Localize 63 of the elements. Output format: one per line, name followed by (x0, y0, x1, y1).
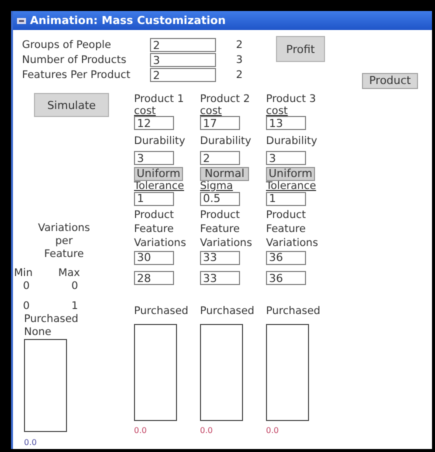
purchased-value: 0.0 (200, 424, 214, 436)
input-field[interactable]: 1 (266, 192, 306, 206)
purchased-value: 0.0 (266, 424, 280, 436)
input-field[interactable]: 3 (150, 53, 216, 67)
cost-label: cost (134, 106, 157, 116)
variations-title: Variations per Feature (36, 222, 92, 261)
input-field[interactable]: 2 (150, 38, 216, 52)
parameter-label: Sigma (200, 180, 234, 192)
purchased-label: Purchased (24, 313, 80, 326)
min-value: 0 (23, 280, 30, 293)
input-field[interactable]: 2 (150, 68, 216, 82)
input-field[interactable]: 13 (266, 116, 306, 130)
purchased-label: Purchased (134, 304, 190, 318)
setting-label: Number of Products (22, 54, 128, 66)
app-icon (17, 16, 26, 24)
purchased-value: 0.0 (134, 424, 148, 436)
setting-reading: 3 (236, 54, 244, 66)
durability-label: Durability (134, 135, 186, 148)
parameter-label: Tolerance (134, 180, 186, 192)
input-field[interactable]: 33 (200, 250, 240, 264)
input-field[interactable]: 36 (266, 250, 306, 264)
purchased-sublabel: None (24, 326, 52, 339)
distribution-button[interactable]: Uniform (134, 166, 183, 180)
purchased-value: 0.0 (24, 437, 38, 449)
input-field[interactable]: 12 (134, 116, 174, 130)
variations-label: Product Feature Variations (200, 208, 250, 250)
input-field[interactable]: 36 (266, 271, 306, 285)
setting-label: Groups of People (22, 38, 112, 52)
max-label: Max (58, 267, 80, 280)
product-title: Product 1 (134, 93, 185, 106)
input-field[interactable]: 3 (134, 151, 174, 165)
variations-label: Product Feature Variations (266, 208, 316, 250)
product-title: Product 2 (200, 93, 251, 106)
distribution-button[interactable]: Uniform (266, 166, 315, 180)
durability-label: Durability (200, 135, 252, 148)
purchased-label: Purchased (200, 304, 256, 318)
setting-reading: 2 (236, 68, 244, 82)
input-field[interactable]: 17 (200, 116, 240, 130)
distribution-button[interactable]: Normal (200, 166, 249, 180)
input-field[interactable]: 1 (134, 192, 174, 206)
input-field[interactable]: 3 (266, 151, 306, 165)
window-title: Animation: Mass Customization (30, 14, 226, 27)
product-title: Product 3 (266, 93, 317, 106)
parameter-label: Tolerance (266, 180, 318, 192)
profit-button[interactable]: Profit (276, 36, 325, 62)
setting-reading: 2 (236, 38, 244, 52)
durability-label: Durability (266, 135, 318, 148)
input-field[interactable]: 33 (200, 271, 240, 285)
min-label: Min (14, 267, 33, 280)
input-field[interactable]: 2 (200, 151, 240, 165)
product-button[interactable]: Product (362, 73, 418, 89)
cost-label: cost (266, 106, 289, 116)
max-value: 1 (71, 300, 78, 313)
cost-label: cost (200, 106, 223, 116)
max-value: 0 (71, 280, 78, 293)
min-value: 0 (23, 300, 30, 313)
input-field[interactable]: 30 (134, 250, 174, 264)
simulate-button[interactable]: Simulate (34, 93, 109, 117)
setting-label: Features Per Product (22, 68, 132, 82)
purchased-label: Purchased (266, 304, 322, 318)
variations-label: Product Feature Variations (134, 208, 184, 250)
input-field[interactable]: 0.5 (200, 192, 240, 206)
input-field[interactable]: 28 (134, 271, 174, 285)
